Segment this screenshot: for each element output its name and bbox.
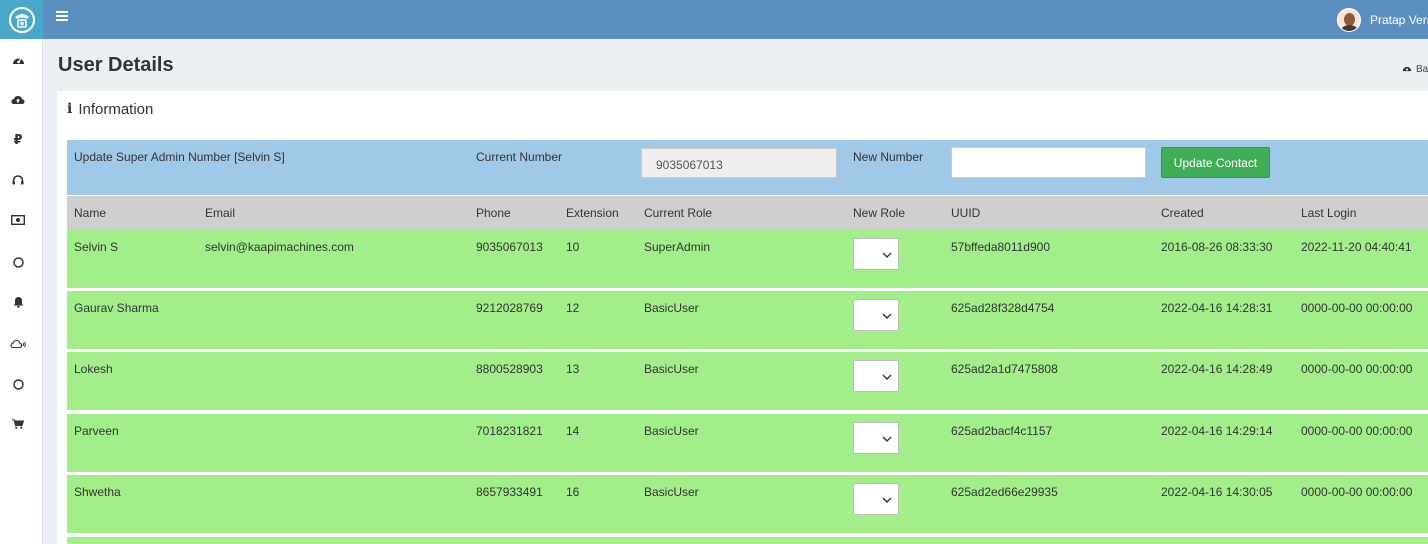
cell-created: 2016-08-26 08:33:30 bbox=[1161, 240, 1273, 254]
cell-created: 2022-04-16 14:30:05 bbox=[1161, 485, 1273, 499]
update-contact-row: Update Super Admin Number [Selvin S] Cur… bbox=[67, 140, 1428, 195]
cell-uuid: 57bffeda8011d900 bbox=[951, 240, 1050, 254]
new-role-select[interactable] bbox=[853, 422, 899, 454]
new-role-select[interactable] bbox=[853, 483, 899, 515]
sidebar: ₽ bbox=[0, 39, 43, 544]
table-row: Shwetha 8657933491 16 BasicUser 625ad2ed… bbox=[67, 475, 1428, 535]
column-header-phone: Phone bbox=[476, 206, 511, 220]
cell-current-role: SuperAdmin bbox=[644, 240, 711, 254]
logo[interactable] bbox=[0, 0, 43, 39]
table-row: Gaurav Sharma 9212028769 12 BasicUser 62… bbox=[67, 291, 1428, 351]
cell-name: Parveen bbox=[74, 424, 119, 438]
cell-uuid: 625ad2ed66e29935 bbox=[951, 485, 1058, 499]
cell-last-login: 0000-00-00 00:00:00 bbox=[1301, 362, 1413, 376]
table-row: Selvin S selvin@kaapimachines.com 903506… bbox=[67, 230, 1428, 290]
page-title: User Details bbox=[58, 54, 174, 76]
cell-last-login: 0000-00-00 00:00:00 bbox=[1301, 424, 1413, 438]
new-role-select[interactable] bbox=[853, 299, 899, 331]
cloud-upload-icon[interactable] bbox=[8, 90, 28, 110]
cell-created: 2022-04-16 14:28:49 bbox=[1161, 362, 1273, 376]
cell-phone: 8657933491 bbox=[476, 485, 543, 499]
cell-uuid: 625ad2a1d7475808 bbox=[951, 362, 1058, 376]
cell-name: Shwetha bbox=[74, 485, 121, 499]
breadcrumb[interactable]: Ba bbox=[1402, 64, 1428, 75]
cell-last-login: 0000-00-00 00:00:00 bbox=[1301, 485, 1413, 499]
top-navbar: Pratap Verma bbox=[0, 0, 1428, 39]
cell-email: selvin@kaapimachines.com bbox=[205, 240, 354, 254]
cell-extension: 12 bbox=[566, 301, 580, 315]
update-contact-button[interactable]: Update Contact bbox=[1161, 147, 1270, 178]
bell-icon[interactable] bbox=[8, 292, 28, 312]
information-box: i Information Update Super Admin Number … bbox=[57, 91, 1428, 544]
cell-uuid: 625ad2bacf4c1157 bbox=[951, 424, 1053, 438]
table-header: Name Email Phone Extension Current Role … bbox=[67, 196, 1428, 230]
ruble-icon[interactable]: ₽ bbox=[8, 130, 28, 150]
current-number-field: 9035067013 bbox=[641, 148, 837, 178]
hamburger-icon[interactable] bbox=[56, 7, 68, 27]
new-role-select[interactable] bbox=[853, 360, 899, 392]
cell-phone: 8800528903 bbox=[476, 362, 543, 376]
cell-name: Gaurav Sharma bbox=[74, 301, 159, 315]
column-header-uuid: UUID bbox=[951, 206, 981, 220]
user-name: Pratap Verma bbox=[1370, 12, 1428, 27]
cell-last-login: 2022-11-20 04:40:41 bbox=[1301, 240, 1412, 254]
table-row: Parveen 7018231821 14 BasicUser 625ad2ba… bbox=[67, 414, 1428, 474]
new-number-label: New Number bbox=[853, 150, 924, 164]
user-menu[interactable]: Pratap Verma bbox=[1337, 0, 1428, 39]
cell-phone: 9035067013 bbox=[476, 240, 543, 254]
cell-extension: 10 bbox=[566, 240, 580, 254]
cell-extension: 13 bbox=[566, 362, 580, 376]
update-label: Update Super Admin Number [Selvin S] bbox=[74, 150, 285, 164]
column-header-extension: Extension bbox=[566, 206, 619, 220]
cloud-signal-icon[interactable] bbox=[8, 334, 28, 354]
chevron-down-icon bbox=[882, 369, 892, 383]
column-header-current-role: Current Role bbox=[644, 206, 713, 220]
chevron-down-icon bbox=[882, 431, 892, 445]
column-header-last-login: Last Login bbox=[1301, 206, 1357, 220]
cell-phone: 7018231821 bbox=[476, 424, 543, 438]
circle-icon[interactable] bbox=[8, 252, 28, 272]
cell-current-role: BasicUser bbox=[644, 301, 699, 315]
column-header-created: Created bbox=[1161, 206, 1204, 220]
cell-created: 2022-04-16 14:28:31 bbox=[1161, 301, 1273, 315]
box-header: i Information bbox=[57, 91, 1428, 127]
cell-current-role: BasicUser bbox=[644, 485, 699, 499]
telephone-icon bbox=[8, 6, 35, 33]
cell-name: Lokesh bbox=[74, 362, 113, 376]
cell-extension: 16 bbox=[566, 485, 580, 499]
avatar bbox=[1337, 7, 1361, 32]
box-title: Information bbox=[78, 100, 154, 118]
breadcrumb-label: Ba bbox=[1416, 64, 1428, 75]
cell-current-role: BasicUser bbox=[644, 362, 699, 376]
column-header-email: Email bbox=[205, 206, 236, 220]
cell-name: Selvin S bbox=[74, 240, 119, 254]
cart-icon[interactable] bbox=[8, 414, 28, 434]
chevron-down-icon bbox=[882, 308, 892, 322]
money-icon[interactable] bbox=[8, 210, 28, 230]
column-header-name: Name bbox=[74, 206, 107, 220]
cell-last-login: 0000-00-00 00:00:00 bbox=[1301, 301, 1413, 315]
circle-icon[interactable] bbox=[8, 374, 28, 394]
cell-uuid: 625ad28f328d4754 bbox=[951, 301, 1055, 315]
cell-extension: 14 bbox=[566, 424, 580, 438]
dashboard-icon bbox=[1402, 64, 1412, 75]
chevron-down-icon bbox=[882, 247, 892, 261]
dashboard-icon[interactable] bbox=[8, 50, 28, 70]
cell-phone: 9212028769 bbox=[476, 301, 543, 315]
table-row bbox=[67, 537, 1428, 544]
info-icon: i bbox=[67, 101, 73, 117]
main-content: User Details Ba i Information Update Sup… bbox=[44, 39, 1428, 544]
chevron-down-icon bbox=[882, 492, 892, 506]
cell-created: 2022-04-16 14:29:14 bbox=[1161, 424, 1273, 438]
table-row: Lokesh 8800528903 13 BasicUser 625ad2a1d… bbox=[67, 352, 1428, 412]
cell-current-role: BasicUser bbox=[644, 424, 699, 438]
new-number-input[interactable] bbox=[951, 147, 1146, 178]
current-number-label: Current Number bbox=[476, 150, 563, 164]
column-header-new-role: New Role bbox=[853, 206, 906, 220]
new-role-select[interactable] bbox=[853, 238, 899, 270]
headphones-icon[interactable] bbox=[8, 170, 28, 190]
